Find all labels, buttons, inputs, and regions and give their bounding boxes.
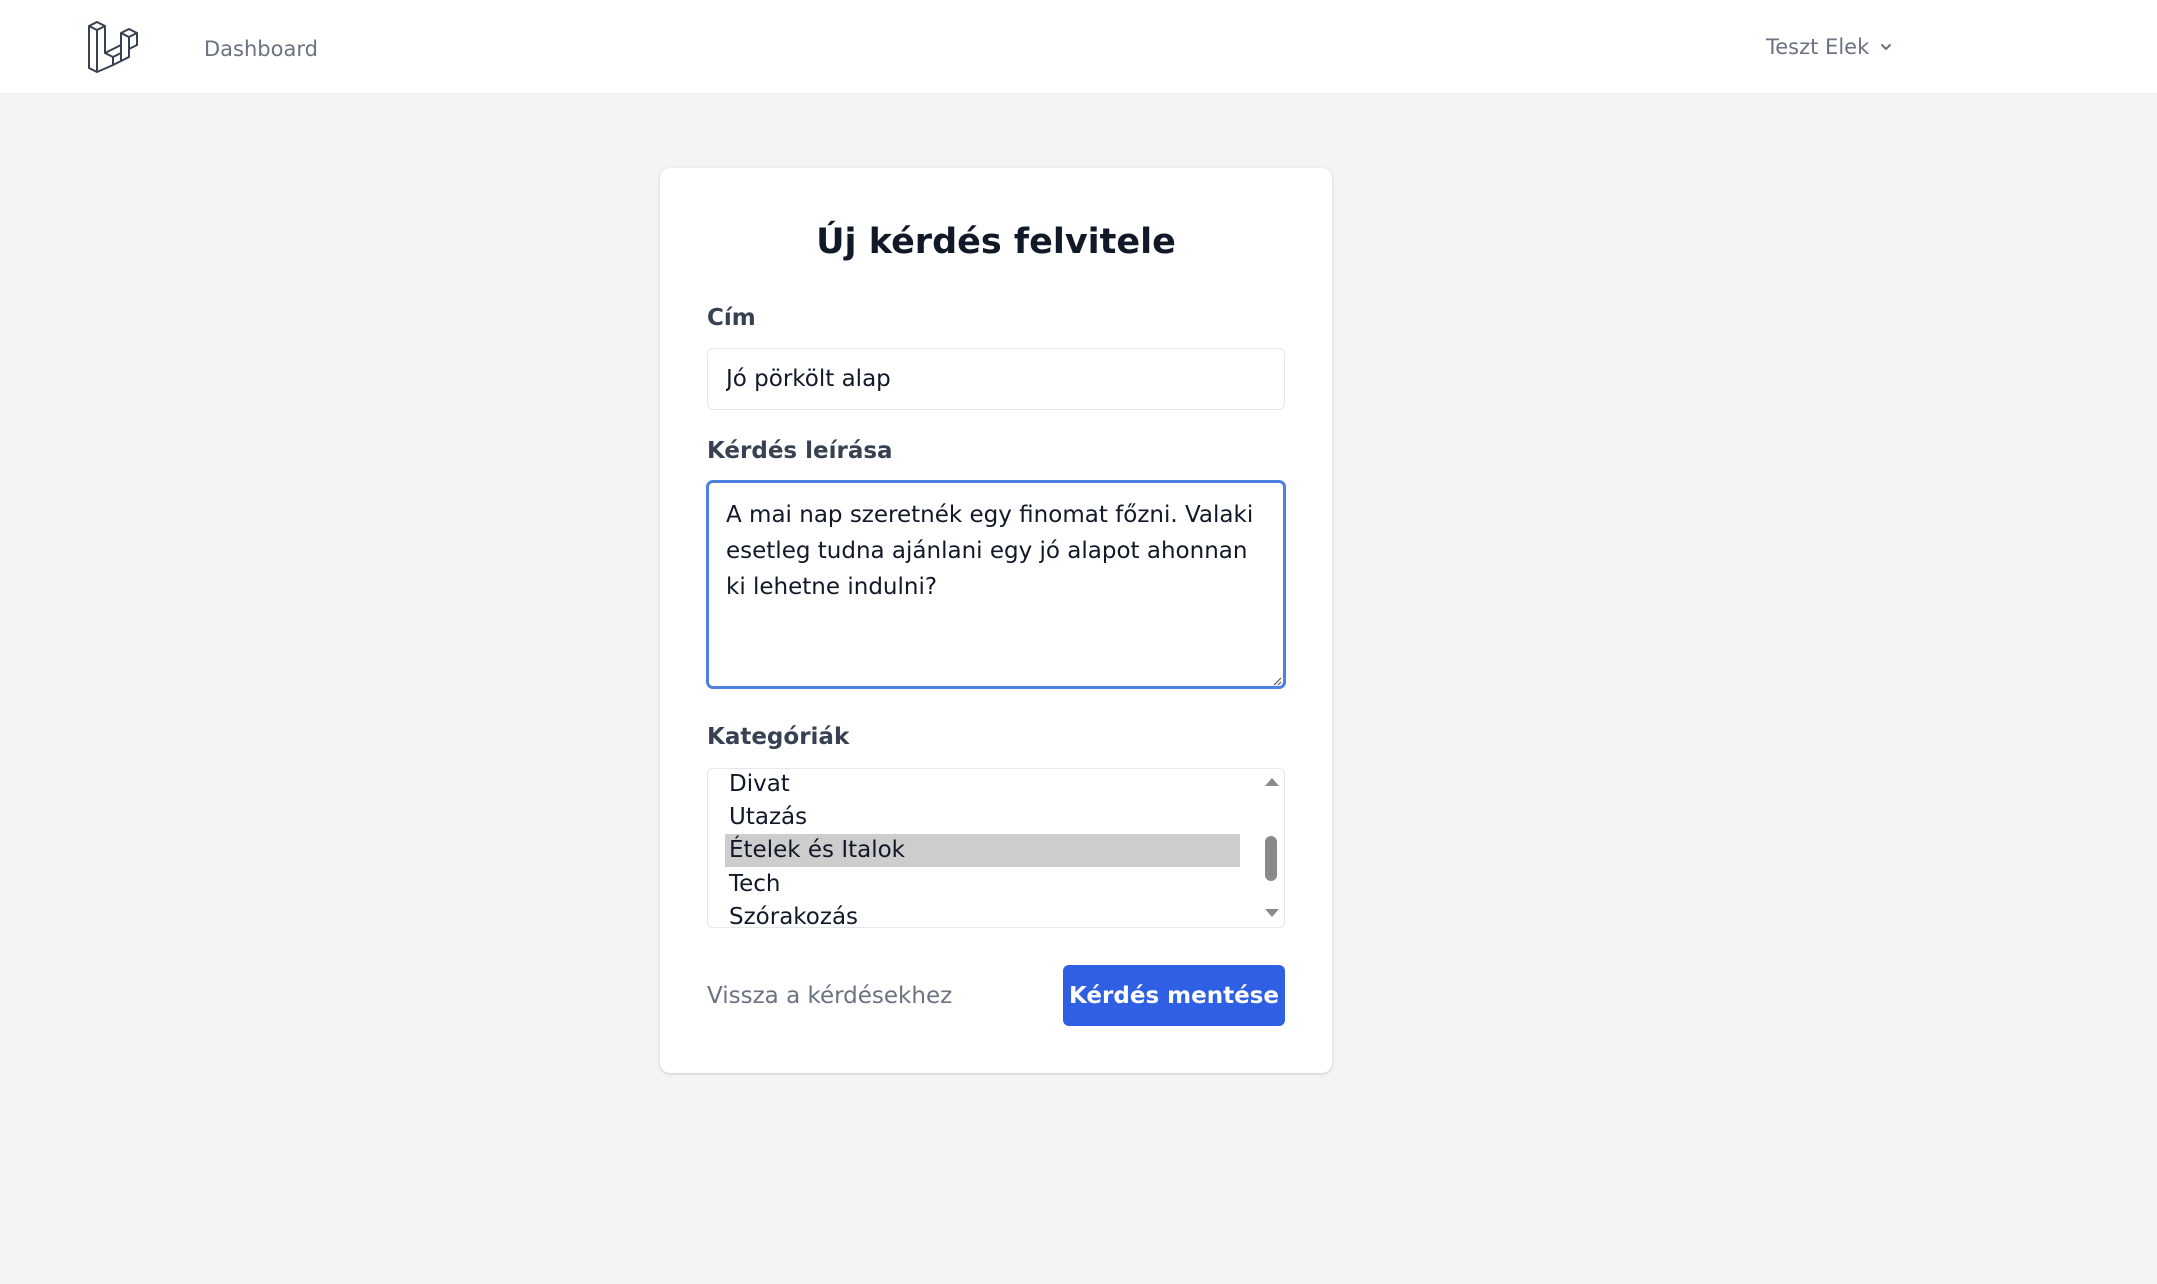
user-name: Teszt Elek (1766, 35, 1870, 59)
category-option-etelek-es-italok[interactable]: Ételek és Italok (725, 834, 1240, 867)
back-to-questions-link[interactable]: Vissza a kérdésekhez (707, 980, 952, 1012)
new-question-form-card: Új kérdés felvitele Cím Kérdés leírása A… (660, 168, 1332, 1073)
save-question-button[interactable]: Kérdés mentése (1063, 965, 1285, 1026)
scroll-down-arrow-icon[interactable] (1263, 908, 1281, 920)
chevron-down-icon (1881, 44, 1892, 50)
nav-dashboard-link[interactable]: Dashboard (204, 35, 318, 63)
cim-label: Cím (707, 305, 756, 331)
scrollbar-thumb[interactable] (1265, 836, 1277, 881)
cim-input[interactable] (707, 348, 1285, 410)
category-option-utazas[interactable]: Utazás (725, 801, 1240, 834)
leiras-textarea[interactable]: A mai nap szeretnék egy finomat főzni. V… (706, 480, 1286, 689)
kategoriak-label: Kategóriák (707, 724, 850, 750)
category-option-tech[interactable]: Tech (725, 868, 1240, 901)
category-option-szorakozas[interactable]: Szórakozás (725, 901, 1240, 927)
page-title: Új kérdés felvitele (816, 222, 1176, 262)
scroll-up-arrow-icon[interactable] (1263, 775, 1281, 787)
leiras-label: Kérdés leírása (707, 438, 893, 464)
top-navigation-bar: Dashboard Teszt Elek (0, 0, 2157, 94)
category-option-divat[interactable]: Divat (725, 769, 1240, 801)
user-menu-dropdown[interactable]: Teszt Elek (1766, 33, 1893, 61)
categories-listbox[interactable]: Divat Utazás Ételek és Italok Tech Szóra… (707, 768, 1285, 928)
resize-handle-icon[interactable] (1270, 674, 1282, 686)
laravel-logo-icon[interactable] (86, 20, 140, 74)
